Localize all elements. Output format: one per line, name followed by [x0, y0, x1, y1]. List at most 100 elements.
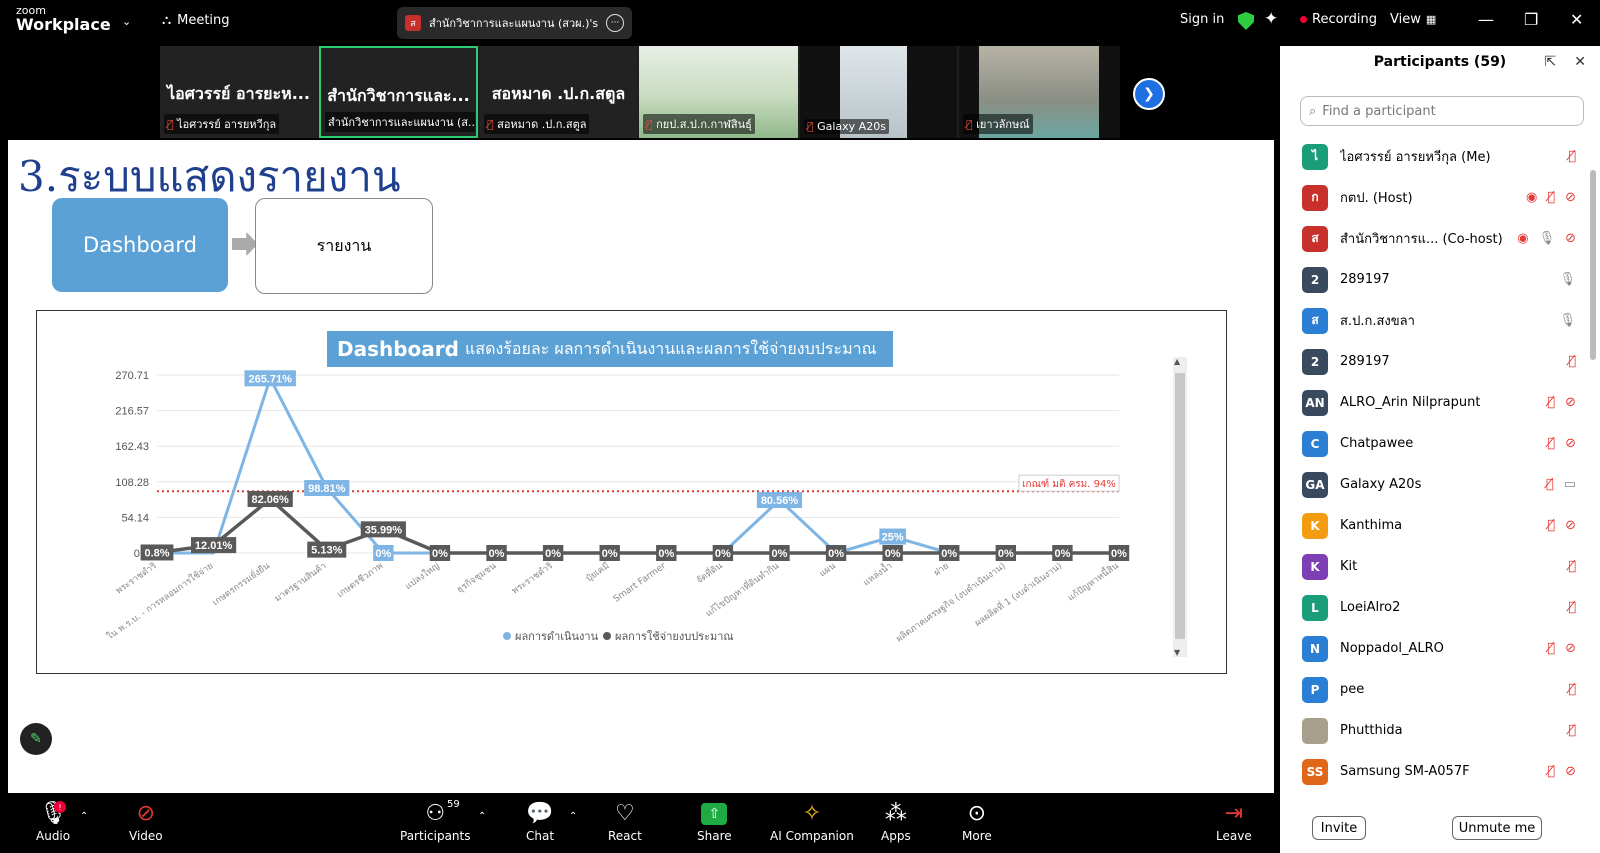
video-tile-active-speaker[interactable]: สำนักวิชาการและ... สำนักวิชาการและแผนงาน…: [319, 46, 478, 138]
mic-off-icon: 🎙̸: [167, 118, 174, 131]
participant-row[interactable]: ไ ไอศวรรย์ อารยหวีกุล (Me) 🎙̸: [1280, 136, 1586, 177]
video-off-icon: ⊘: [1565, 436, 1576, 451]
ai-companion-button[interactable]: ✧ AI Companion: [770, 799, 854, 843]
participant-row[interactable]: Ppee 🎙̸: [1280, 669, 1586, 710]
leave-button[interactable]: ⇥ Leave: [1216, 799, 1252, 843]
participant-row[interactable]: ส ส.ป.ก.สงขลา 🎙: [1280, 300, 1586, 341]
apps-button[interactable]: ⁂ Apps: [881, 799, 911, 843]
report-box: รายงาน: [255, 198, 433, 294]
video-tile[interactable]: สอหมาด .ป.ก.สตูล 🎙̸ สอหมาด .ป.ก.สตูล: [480, 46, 637, 138]
participants-button[interactable]: ⚇ Participants: [400, 799, 471, 843]
participant-scrollbar[interactable]: [1590, 130, 1598, 850]
video-off-icon: ⊘: [1565, 518, 1576, 533]
close-icon[interactable]: ✕: [1570, 10, 1583, 29]
audio-button[interactable]: 🎙 ! Audio: [36, 799, 70, 843]
participant-name: Chatpawee: [1340, 436, 1414, 451]
chevron-down-icon[interactable]: ⌄: [122, 15, 131, 28]
video-tile-camera[interactable]: 🎙̸ กยป.ส.ป.ก.กาฬสินธุ์: [639, 46, 798, 138]
legend-label: ผลการดำเนินงาน: [515, 630, 599, 643]
next-page-button[interactable]: ❯: [1133, 78, 1165, 110]
video-tile[interactable]: ไอศวรรย์ อารยะห... 🎙̸ ไอศวรรย์ อารยหวีกุ…: [160, 46, 317, 138]
participant-row[interactable]: K Kanthima 🎙̸ ⊘: [1280, 505, 1586, 546]
react-button[interactable]: ♡ React: [608, 799, 642, 843]
chart-scrollbar[interactable]: ▲ ▼: [1173, 357, 1187, 657]
close-panel-icon[interactable]: ✕: [1574, 54, 1586, 70]
data-label: 0%: [885, 548, 901, 560]
sparkle-icon: ✧: [802, 801, 822, 826]
participant-row[interactable]: L LoeiAlro2 🎙̸: [1280, 587, 1586, 628]
popout-icon[interactable]: ⇱: [1545, 54, 1557, 70]
x-tick-label: แผน: [818, 561, 838, 579]
participants-options-caret[interactable]: ⌃: [478, 811, 486, 822]
mic-icon: 🎙: [1559, 313, 1576, 328]
scroll-thumb[interactable]: [1590, 170, 1596, 360]
video-button[interactable]: ⊘ Video: [129, 799, 163, 843]
data-label: 82.06%: [252, 494, 290, 506]
annotate-pencil-icon[interactable]: ✎: [20, 723, 52, 755]
leave-label: Leave: [1216, 829, 1252, 843]
screen-share-tab[interactable]: ส สำนักวิชาการและแผนงาน (สวผ.)'s scr ···: [397, 7, 632, 39]
data-label: 0%: [658, 548, 674, 560]
x-tick-label: ผลผลิตที่ 1 (งบดำเนินงาน): [972, 559, 1064, 629]
data-label: 35.99%: [365, 524, 403, 536]
sign-in-button[interactable]: Sign in: [1180, 12, 1224, 27]
meeting-menu-button[interactable]: ⛬ Meeting: [162, 13, 230, 28]
share-label: Share: [697, 829, 732, 843]
video-off-icon: ⊘: [136, 801, 156, 826]
y-tick-label: 54.14: [121, 512, 149, 524]
participant-row[interactable]: 2 289197 🎙: [1280, 259, 1586, 300]
participant-row[interactable]: N Noppadol_ALRO 🎙̸ ⊘: [1280, 628, 1586, 669]
video-thumbnail-strip: ไอศวรรย์ อารยะห... 🎙̸ ไอศวรรย์ อารยหวีกุ…: [160, 46, 1120, 138]
participant-row[interactable]: ก กตป. (Host) ◉ 🎙̸ ⊘: [1280, 177, 1586, 218]
minimize-icon[interactable]: —: [1478, 10, 1494, 29]
mic-off-icon: 🎙̸: [1568, 600, 1576, 615]
participant-row[interactable]: Phutthida 🎙̸: [1280, 710, 1586, 751]
view-button[interactable]: View ▦: [1390, 12, 1436, 27]
recording-indicator[interactable]: Recording: [1300, 12, 1377, 27]
participant-row[interactable]: 2 289197 🎙̸: [1280, 341, 1586, 382]
audio-options-caret[interactable]: ⌃: [80, 811, 88, 822]
mic-off-icon: 🎙̸: [487, 118, 494, 131]
unmute-me-button[interactable]: Unmute me: [1452, 816, 1542, 840]
data-label: 0%: [545, 548, 561, 560]
chat-options-caret[interactable]: ⌃: [569, 811, 577, 822]
ai-companion-label: AI Companion: [770, 829, 854, 843]
chat-icon: 💬: [526, 801, 554, 826]
mic-icon: 🎙: [1559, 272, 1576, 287]
legend-label: ผลการใช้จ่ายงบประมาณ: [615, 630, 734, 643]
participant-search-input[interactable]: ⌕ Find a participant: [1300, 96, 1584, 126]
security-shield-icon[interactable]: [1238, 12, 1254, 30]
legend-marker: [503, 632, 511, 640]
zoom-logo[interactable]: zoom Workplace: [16, 5, 111, 33]
participant-row[interactable]: ส สำนักวิชาการแ... (Co-host) ◉ 🎙 ⊘: [1280, 218, 1586, 259]
participant-row[interactable]: SS Samsung SM-A057F 🎙̸ ⊘: [1280, 751, 1586, 792]
participant-row[interactable]: AN ALRO_Arin Nilprapunt 🎙̸ ⊘: [1280, 382, 1586, 423]
restore-icon[interactable]: ❐: [1524, 10, 1538, 29]
record-dot-icon: [1300, 16, 1307, 23]
x-tick-label: ปุ๋ยเคมี: [584, 560, 612, 584]
scroll-up-icon[interactable]: ▲: [1174, 357, 1180, 366]
mic-on-icon: 🎙: [1538, 231, 1556, 246]
video-tile-camera[interactable]: 🎙̸ เยาวลักษณ์: [959, 46, 1120, 138]
sparkle-icon[interactable]: ✦: [1264, 9, 1278, 29]
scroll-thumb[interactable]: [1175, 373, 1185, 639]
video-tile-camera[interactable]: 🎙̸ Galaxy A20s: [800, 46, 957, 138]
participant-row[interactable]: K Kit 🎙̸: [1280, 546, 1586, 587]
more-options-icon[interactable]: ···: [606, 14, 624, 32]
invite-button[interactable]: Invite: [1312, 816, 1366, 840]
video-off-icon: ⊘: [1565, 395, 1576, 410]
share-button[interactable]: ⇧ Share: [697, 799, 732, 843]
scroll-down-icon[interactable]: ▼: [1174, 648, 1180, 657]
participant-row[interactable]: C Chatpawee 🎙̸ ⊘: [1280, 423, 1586, 464]
shared-screen: 3.ระบบแสดงรายงาน Dashboard รายงาน 270.71…: [8, 140, 1274, 793]
participant-name: ส.ป.ก.สงขลา: [1340, 314, 1415, 329]
more-button[interactable]: ⊙ More: [962, 799, 992, 843]
video-off-icon: ⊘: [1565, 641, 1576, 656]
chat-button[interactable]: 💬 Chat: [526, 799, 554, 843]
logo-workplace-text: Workplace: [16, 15, 111, 34]
avatar: K: [1302, 553, 1328, 580]
mic-off-icon: 🎙̸: [1568, 559, 1576, 574]
avatar: ส: [1302, 307, 1328, 334]
chart-title-bold: Dashboard: [337, 337, 459, 361]
participant-row[interactable]: GA Galaxy A20s 🎙̸ ▭: [1280, 464, 1586, 505]
